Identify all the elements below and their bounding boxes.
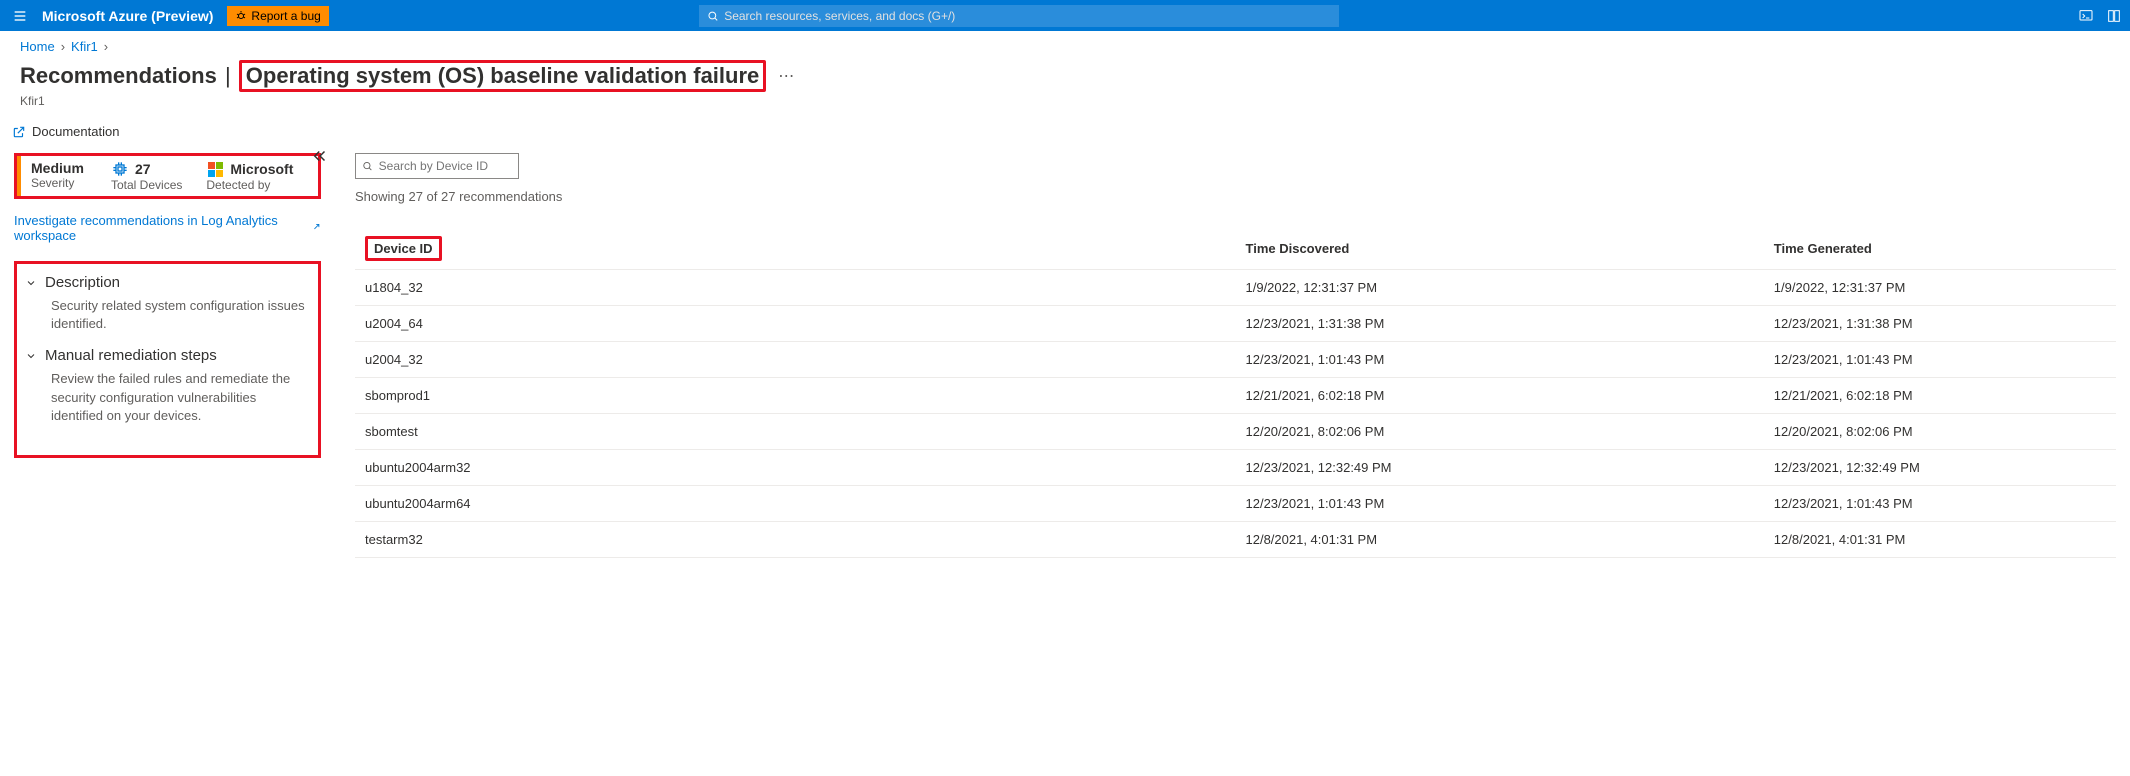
cell-time-discovered: 12/20/2021, 8:02:06 PM xyxy=(1236,414,1764,450)
sections-box: Description Security related system conf… xyxy=(14,261,321,458)
table-row[interactable]: sbomtest12/20/2021, 8:02:06 PM12/20/2021… xyxy=(355,414,2116,450)
breadcrumb: Home › Kfir1 › xyxy=(0,31,2130,58)
microsoft-logo-icon xyxy=(206,160,224,178)
stat-detected-by-value: Microsoft xyxy=(230,161,293,177)
cell-time-generated: 12/8/2021, 4:01:31 PM xyxy=(1764,522,2116,558)
report-bug-button[interactable]: Report a bug xyxy=(227,6,328,26)
title-separator: | xyxy=(219,63,237,89)
cell-time-discovered: 12/21/2021, 6:02:18 PM xyxy=(1236,378,1764,414)
stat-total-devices-label: Total Devices xyxy=(111,178,182,192)
stat-severity: Medium Severity xyxy=(17,156,97,196)
col-time-discovered[interactable]: Time Discovered xyxy=(1236,228,1764,270)
section-description-header[interactable]: Description xyxy=(25,274,310,291)
section-description-title: Description xyxy=(45,274,120,291)
section-description: Description Security related system conf… xyxy=(25,274,310,333)
search-icon xyxy=(362,160,373,172)
cell-device-id: sbomtest xyxy=(355,414,1236,450)
chevron-right-icon: › xyxy=(104,39,108,54)
cell-time-discovered: 1/9/2022, 12:31:37 PM xyxy=(1236,270,1764,306)
stat-detected-by-label: Detected by xyxy=(206,178,293,192)
collapse-sidebar-button[interactable] xyxy=(311,147,329,168)
cell-time-discovered: 12/23/2021, 1:01:43 PM xyxy=(1236,486,1764,522)
search-icon xyxy=(707,10,719,22)
section-remediation: Manual remediation steps Review the fail… xyxy=(25,347,310,425)
report-bug-label: Report a bug xyxy=(251,9,320,23)
investigate-link[interactable]: Investigate recommendations in Log Analy… xyxy=(14,213,306,243)
main-area: Medium Severity 27 Total Devices Micros xyxy=(0,145,2130,568)
content-column: Showing 27 of 27 recommendations Device … xyxy=(335,145,2130,568)
more-actions-icon[interactable]: ⋯ xyxy=(778,66,794,86)
cell-time-generated: 12/23/2021, 1:31:38 PM xyxy=(1764,306,2116,342)
cell-device-id: u2004_64 xyxy=(355,306,1236,342)
cell-time-generated: 12/23/2021, 1:01:43 PM xyxy=(1764,486,2116,522)
investigate-link-row: Investigate recommendations in Log Analy… xyxy=(14,213,321,243)
table-row[interactable]: u2004_3212/23/2021, 1:01:43 PM12/23/2021… xyxy=(355,342,2116,378)
page-title-row: Recommendations | Operating system (OS) … xyxy=(0,58,2130,94)
section-remediation-header[interactable]: Manual remediation steps xyxy=(25,347,310,364)
table-row[interactable]: testarm3212/8/2021, 4:01:31 PM12/8/2021,… xyxy=(355,522,2116,558)
cloud-shell-icon[interactable] xyxy=(2078,8,2094,24)
device-filter[interactable] xyxy=(355,153,519,179)
cell-device-id: ubuntu2004arm32 xyxy=(355,450,1236,486)
cell-time-generated: 1/9/2022, 12:31:37 PM xyxy=(1764,270,2116,306)
table-row[interactable]: u1804_321/9/2022, 12:31:37 PM1/9/2022, 1… xyxy=(355,270,2116,306)
page-title-main: Operating system (OS) baseline validatio… xyxy=(246,63,759,88)
external-link-icon xyxy=(12,125,26,139)
cell-time-discovered: 12/23/2021, 1:01:43 PM xyxy=(1236,342,1764,378)
chevron-down-icon xyxy=(25,277,37,289)
bug-icon xyxy=(235,10,247,22)
chip-icon xyxy=(111,160,129,178)
cell-device-id: testarm32 xyxy=(355,522,1236,558)
devices-table: Device ID Time Discovered Time Generated… xyxy=(355,228,2116,558)
section-remediation-title: Manual remediation steps xyxy=(45,347,217,364)
documentation-label: Documentation xyxy=(32,124,119,139)
stat-severity-label: Severity xyxy=(31,176,87,190)
external-link-icon xyxy=(310,222,321,234)
stats-row: Medium Severity 27 Total Devices Micros xyxy=(14,153,321,199)
cell-time-discovered: 12/23/2021, 12:32:49 PM xyxy=(1236,450,1764,486)
details-sidebar: Medium Severity 27 Total Devices Micros xyxy=(0,145,335,568)
global-search-input[interactable] xyxy=(724,9,1330,23)
table-row[interactable]: sbomprod112/21/2021, 6:02:18 PM12/21/202… xyxy=(355,378,2116,414)
breadcrumb-scope[interactable]: Kfir1 xyxy=(71,39,98,54)
page-title-prefix: Recommendations xyxy=(20,63,217,89)
chevron-right-icon: › xyxy=(61,39,65,54)
breadcrumb-home[interactable]: Home xyxy=(20,39,55,54)
section-description-body: Security related system configuration is… xyxy=(25,291,310,333)
showing-count: Showing 27 of 27 recommendations xyxy=(355,189,2116,204)
stat-total-devices-value: 27 xyxy=(135,161,151,177)
cell-device-id: sbomprod1 xyxy=(355,378,1236,414)
cell-device-id: u1804_32 xyxy=(355,270,1236,306)
cell-time-generated: 12/20/2021, 8:02:06 PM xyxy=(1764,414,2116,450)
table-row[interactable]: ubuntu2004arm3212/23/2021, 12:32:49 PM12… xyxy=(355,450,2116,486)
topbar-right-icons xyxy=(2078,8,2122,24)
stat-severity-value: Medium xyxy=(31,160,87,176)
documentation-link[interactable]: Documentation xyxy=(0,118,2130,145)
stat-total-devices: 27 Total Devices xyxy=(97,156,192,196)
table-row[interactable]: u2004_6412/23/2021, 1:31:38 PM12/23/2021… xyxy=(355,306,2116,342)
cell-time-discovered: 12/8/2021, 4:01:31 PM xyxy=(1236,522,1764,558)
col-device-id[interactable]: Device ID xyxy=(355,228,1236,270)
azure-topbar: Microsoft Azure (Preview) Report a bug xyxy=(0,0,2130,31)
global-search[interactable] xyxy=(699,5,1339,27)
stat-detected-by: Microsoft Detected by xyxy=(192,156,303,196)
table-row[interactable]: ubuntu2004arm6412/23/2021, 1:01:43 PM12/… xyxy=(355,486,2116,522)
cell-device-id: u2004_32 xyxy=(355,342,1236,378)
section-remediation-body: Review the failed rules and remediate th… xyxy=(25,364,310,425)
page-subtitle: Kfir1 xyxy=(0,94,2130,118)
cell-time-generated: 12/23/2021, 1:01:43 PM xyxy=(1764,342,2116,378)
menu-icon[interactable] xyxy=(8,4,32,28)
directory-icon[interactable] xyxy=(2106,8,2122,24)
chevron-down-icon xyxy=(25,350,37,362)
device-filter-input[interactable] xyxy=(379,159,512,173)
cell-time-generated: 12/21/2021, 6:02:18 PM xyxy=(1764,378,2116,414)
col-time-generated[interactable]: Time Generated xyxy=(1764,228,2116,270)
brand-label: Microsoft Azure (Preview) xyxy=(42,8,213,24)
cell-device-id: ubuntu2004arm64 xyxy=(355,486,1236,522)
cell-time-generated: 12/23/2021, 12:32:49 PM xyxy=(1764,450,2116,486)
cell-time-discovered: 12/23/2021, 1:31:38 PM xyxy=(1236,306,1764,342)
